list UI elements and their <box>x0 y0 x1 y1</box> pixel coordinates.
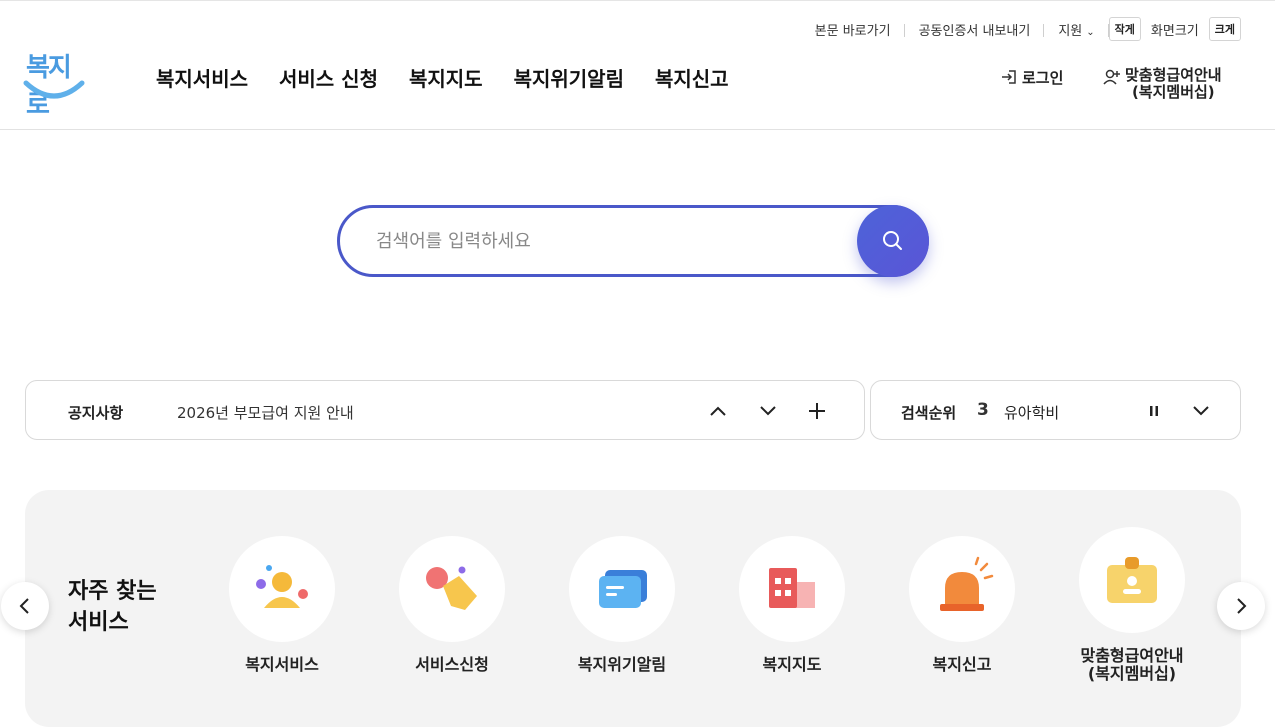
user-add-icon <box>1103 69 1120 85</box>
chevron-left-icon <box>19 598 29 614</box>
search-input[interactable] <box>376 225 836 257</box>
chevron-up-icon <box>710 406 726 416</box>
logo[interactable]: 복지로 <box>22 47 88 120</box>
header: 본문 바로가기 공동인증서 내보내기 지원 ⌄ 작게 화면크기 크게 복지로 복지… <box>0 0 1275 130</box>
quick-service-item[interactable]: 복지지도 <box>717 536 867 674</box>
search-button[interactable] <box>857 205 929 277</box>
screen-size-label: 화면크기 <box>1150 23 1199 39</box>
hand-touch-icon <box>399 536 505 642</box>
building-icon <box>739 536 845 642</box>
main-nav: 복지서비스 서비스 신청 복지지도 복지위기알림 복지신고 <box>156 63 760 92</box>
search-box <box>337 205 929 277</box>
quick-service-item[interactable]: 복지서비스 <box>207 536 357 674</box>
quick-service-name: 맞춤형급여안내 (복지멤버십) <box>1080 646 1184 683</box>
quick-services-panel: 자주 찾는 서비스 복지서비스 서비스신청 복지위기알림 복지지도 복지신고 맞… <box>25 490 1241 727</box>
notice-text[interactable]: 2026년 부모급여 지원 안내 <box>177 402 354 423</box>
font-small-button[interactable]: 작게 <box>1108 17 1141 41</box>
plus-icon <box>809 403 825 419</box>
pause-icon <box>1150 406 1158 416</box>
notice-more-button[interactable] <box>805 399 829 423</box>
rank-number: 3 <box>977 400 989 420</box>
quick-service-name: 복지지도 <box>762 655 822 674</box>
rank-pause-button[interactable] <box>1142 399 1166 423</box>
quick-service-name: 복지신고 <box>932 655 992 674</box>
carousel-next-button[interactable] <box>1217 582 1265 630</box>
nav-welfare-service[interactable]: 복지서비스 <box>156 63 248 92</box>
support-label: 지원 <box>1058 23 1083 39</box>
quick-service-name: 서비스신청 <box>415 655 489 674</box>
search-icon <box>883 231 902 250</box>
quick-service-item[interactable]: 복지신고 <box>887 536 1037 674</box>
cert-export-link[interactable]: 공동인증서 내보내기 <box>905 20 1045 39</box>
id-card-icon <box>1079 527 1185 633</box>
quick-services-title: 자주 찾는 서비스 <box>68 576 157 638</box>
membership-label-2: (복지멤버십) <box>1131 83 1215 101</box>
rank-keyword[interactable]: 유아학비 <box>1004 402 1059 423</box>
login-icon <box>1002 70 1016 84</box>
nav-welfare-map[interactable]: 복지지도 <box>409 63 483 92</box>
login-button[interactable]: 로그인 <box>1000 67 1063 88</box>
quick-title-line1: 자주 찾는 <box>68 579 157 604</box>
rank-label: 검색순위 <box>901 404 957 422</box>
skip-to-content-link[interactable]: 본문 바로가기 <box>801 20 905 39</box>
notice-prev-button[interactable] <box>706 399 730 423</box>
login-label: 로그인 <box>1022 69 1064 87</box>
quick-service-name: 복지위기알림 <box>577 655 667 674</box>
carousel-prev-button[interactable] <box>1 582 49 630</box>
utility-nav: 본문 바로가기 공동인증서 내보내기 지원 ⌄ 작게 화면크기 크게 <box>801 17 1241 41</box>
notice-bar: 공지사항 2026년 부모급여 지원 안내 <box>25 380 865 440</box>
membership-button[interactable]: 맞춤형급여안내 (복지멤버십) <box>1103 67 1222 101</box>
support-menu[interactable]: 지원 ⌄ <box>1044 20 1109 39</box>
membership-label-1: 맞춤형급여안내 <box>1125 66 1222 84</box>
quick-service-item[interactable]: 복지위기알림 <box>547 536 697 674</box>
chevron-down-icon <box>760 406 776 416</box>
quick-service-item[interactable]: 서비스신청 <box>377 536 527 674</box>
font-large-button[interactable]: 크게 <box>1208 17 1241 41</box>
person-icon <box>229 536 335 642</box>
notice-next-button[interactable] <box>756 399 780 423</box>
nav-crisis-alert[interactable]: 복지위기알림 <box>514 63 624 92</box>
chevron-right-icon <box>1237 598 1247 614</box>
chat-bubble-icon <box>569 536 675 642</box>
logo-smile-icon <box>23 80 85 99</box>
quick-service-name: 복지서비스 <box>245 655 319 674</box>
chevron-down-icon: ⌄ <box>1086 26 1095 38</box>
chevron-down-icon <box>1193 406 1209 416</box>
siren-icon <box>909 536 1015 642</box>
rank-expand-button[interactable] <box>1189 399 1213 423</box>
search-rank-bar: 검색순위 3 유아학비 <box>870 380 1241 440</box>
quick-title-line2: 서비스 <box>68 610 129 635</box>
nav-service-apply[interactable]: 서비스 신청 <box>279 63 378 92</box>
notice-label: 공지사항 <box>68 404 124 422</box>
quick-service-item[interactable]: 맞춤형급여안내 (복지멤버십) <box>1057 527 1207 683</box>
nav-welfare-report[interactable]: 복지신고 <box>655 63 729 92</box>
